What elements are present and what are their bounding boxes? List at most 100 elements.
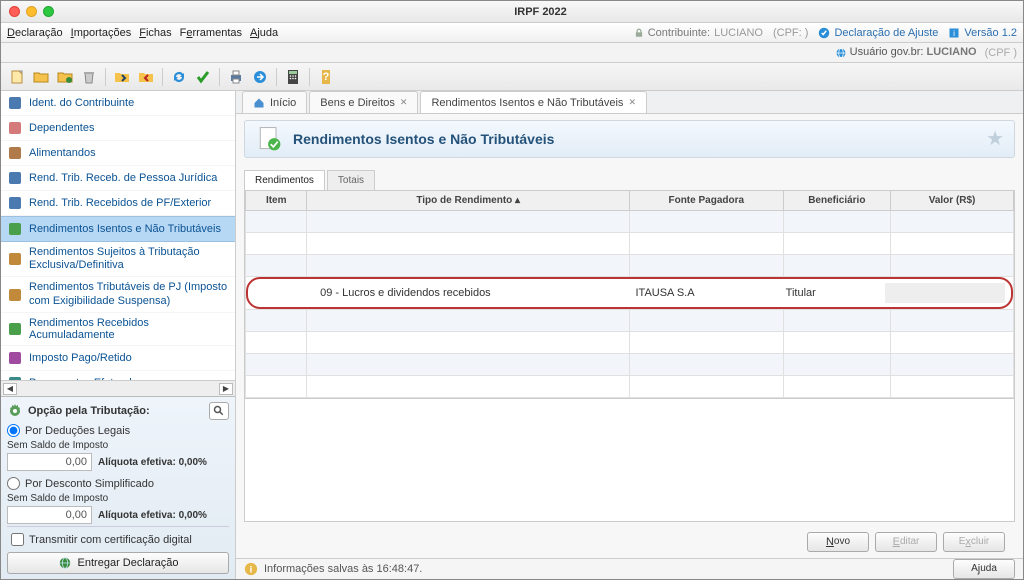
tab-0[interactable]: Início [242,91,307,113]
col-header-1[interactable]: Tipo de Rendimento ▴ [307,191,630,211]
check-icon[interactable] [193,67,213,87]
calculator-icon[interactable] [283,67,303,87]
label-deducoes: Por Deduções Legais [25,425,130,437]
radio-simplificado[interactable] [7,477,20,490]
window-minimize-icon[interactable] [26,6,37,17]
menu-ajuda[interactable]: Ajuda [250,27,278,39]
help-button[interactable]: Ajuda [953,559,1015,579]
new-icon[interactable] [7,67,27,87]
tab-close-icon[interactable]: ✕ [400,97,408,108]
table-row[interactable] [246,353,1014,375]
tab-2[interactable]: Rendimentos Isentos e Não Tributáveis✕ [420,91,647,113]
window-close-icon[interactable] [9,6,20,17]
save-icon[interactable] [55,67,75,87]
open-icon[interactable] [31,67,51,87]
menu-importacoes[interactable]: Importações [71,27,132,39]
page-header: Rendimentos Isentos e Não Tributáveis ★ [244,120,1015,158]
tab-label: Início [270,97,296,109]
globe-icon [58,556,72,570]
table-row[interactable] [246,254,1014,276]
editar-button[interactable]: Editar [875,532,937,552]
nav-icon [7,251,23,267]
sidebar-item-label: Imposto Pago/Retido [29,352,132,364]
cell [629,254,783,276]
refresh-icon[interactable] [169,67,189,87]
sidebar-item-label: Rendimentos Isentos e Não Tributáveis [29,223,221,235]
menu-fichas[interactable]: Fichas [139,27,171,39]
sidebar-item-7[interactable]: Rendimentos Tributáveis de PJ (Imposto c… [1,277,235,312]
window-zoom-icon[interactable] [43,6,54,17]
col-header-4[interactable]: Valor (R$) [891,191,1014,211]
aliquota-2: Alíquota efetiva: 0,00% [98,510,207,521]
sidebar-item-5[interactable]: Rendimentos Isentos e Não Tributáveis [1,216,235,242]
deliver-button[interactable]: Entregar Declaração [7,552,229,574]
data-table: ItemTipo de Rendimento ▴Fonte PagadoraBe… [245,191,1014,398]
col-header-3[interactable]: Beneficiário [783,191,891,211]
nav-list: Ident. do Contribuinte Dependentes Aliment… [1,91,235,380]
send-icon[interactable] [250,67,270,87]
col-header-2[interactable]: Fonte Pagadora [629,191,783,211]
table-row[interactable]: 09 - Lucros e dividendos recebidos ITAUS… [246,276,1014,309]
print-icon[interactable] [226,67,246,87]
cell [307,353,630,375]
sidebar-item-10[interactable]: Pagamentos Efetuados [1,371,235,380]
cell [307,210,630,232]
sidebar-item-4[interactable]: Rend. Trib. Recebidos de PF/Exterior [1,191,235,216]
cert-checkbox[interactable] [11,533,24,546]
excluir-button[interactable]: Excluir [943,532,1005,552]
sidebar-item-9[interactable]: Imposto Pago/Retido [1,346,235,371]
gear-icon [7,403,23,419]
sidebar-item-2[interactable]: Alimentandos [1,141,235,166]
table-row[interactable] [246,309,1014,331]
info-icon: i [244,562,258,576]
sidebar-item-label: Dependentes [29,122,94,134]
cell [891,210,1014,232]
search-button[interactable] [209,402,229,420]
nav-icon [7,350,23,366]
cell [783,331,891,353]
radio-deducoes[interactable] [7,424,20,437]
scroll-right-icon[interactable]: ▶ [219,383,233,395]
info-icon: i [948,27,960,39]
subtab-1[interactable]: Totais [327,170,375,190]
document-check-icon [255,125,283,153]
horizontal-scrollbar[interactable]: ◀ ▶ [1,380,235,396]
table-row[interactable] [246,331,1014,353]
scroll-left-icon[interactable]: ◀ [3,383,17,395]
cell [246,331,307,353]
sidebar-item-8[interactable]: Rendimentos Recebidos Acumuladamente [1,313,235,346]
menu-declaracao[interactable]: Declaração [7,27,63,39]
novo-button[interactable]: Novo [807,532,869,552]
highlight-row[interactable]: 09 - Lucros e dividendos recebidos ITAUS… [246,277,1013,309]
help-icon[interactable]: ? [316,67,336,87]
import-icon[interactable] [112,67,132,87]
subtab-0[interactable]: Rendimentos [244,170,325,190]
sidebar-item-1[interactable]: Dependentes [1,116,235,141]
cell [783,254,891,276]
cell [246,353,307,375]
label-simplificado: Por Desconto Simplificado [25,478,154,490]
col-header-0[interactable]: Item [246,191,307,211]
export-icon[interactable] [136,67,156,87]
svg-text:?: ? [323,71,330,83]
sidebar-item-0[interactable]: Ident. do Contribuinte [1,91,235,116]
star-icon[interactable]: ★ [986,126,1004,151]
table-row[interactable] [246,375,1014,397]
delete-icon[interactable] [79,67,99,87]
saldo-value-2: 0,00 [7,506,92,524]
nav-icon [7,120,23,136]
cell [246,210,307,232]
sidebar-item-3[interactable]: Rend. Trib. Receb. de Pessoa Jurídica [1,166,235,191]
table-row[interactable] [246,210,1014,232]
globe-icon [835,47,847,59]
tab-1[interactable]: Bens e Direitos✕ [309,91,418,113]
decl-ajuste-chip[interactable]: Declaração de Ajuste [818,27,938,39]
page-title: Rendimentos Isentos e Não Tributáveis [293,131,554,147]
menu-ferramentas[interactable]: Ferramentas [180,27,242,39]
cell [783,375,891,397]
sidebar-item-6[interactable]: Rendimentos Sujeitos à Tributação Exclus… [1,242,235,277]
tab-close-icon[interactable]: ✕ [628,97,636,108]
cell [307,254,630,276]
nav-icon [7,145,23,161]
table-row[interactable] [246,232,1014,254]
